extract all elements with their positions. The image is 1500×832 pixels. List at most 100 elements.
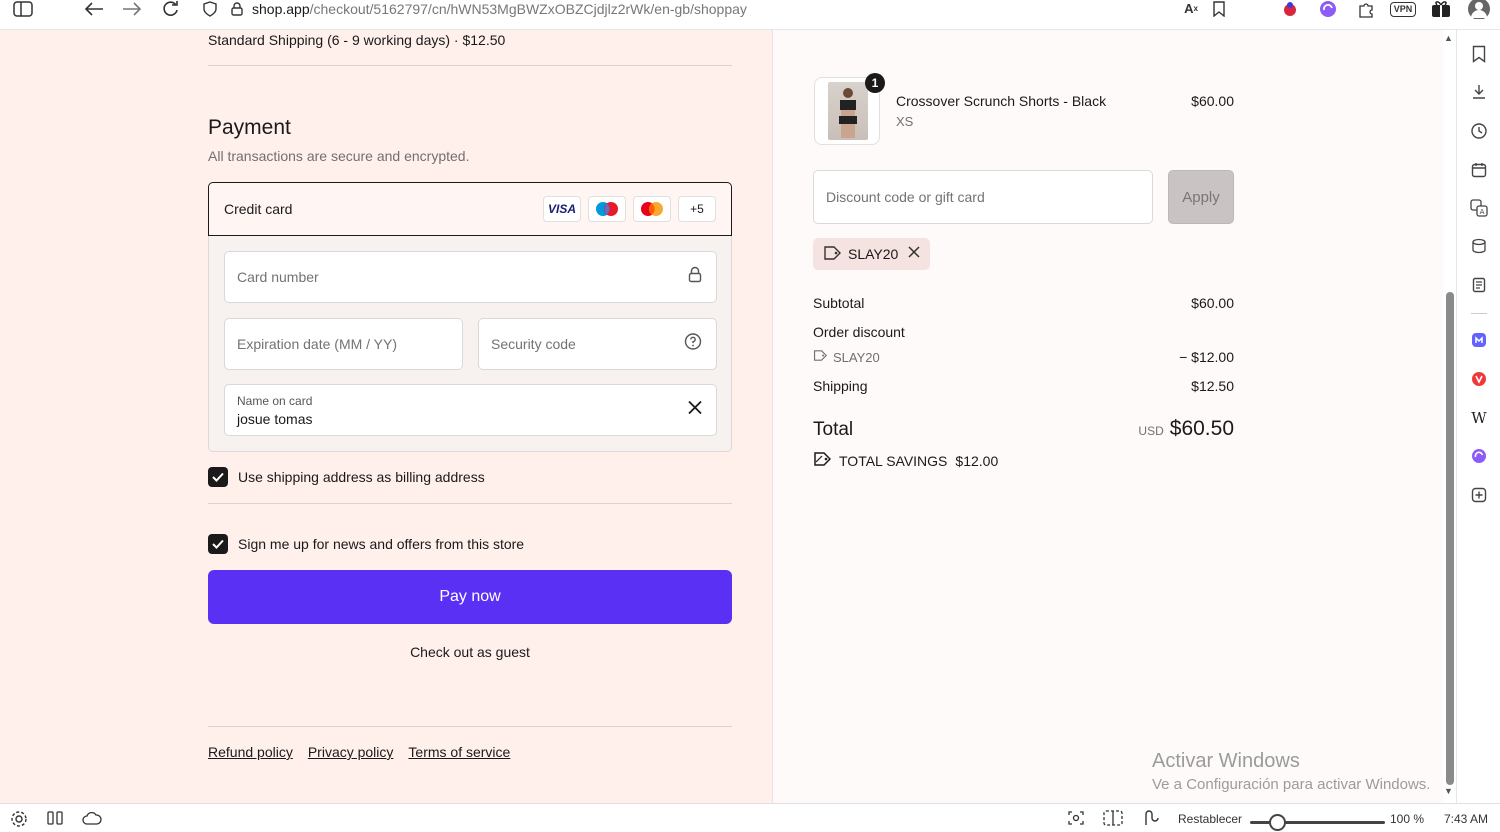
order-discount-label: Order discount — [813, 324, 905, 340]
apply-discount-button[interactable]: Apply — [1168, 170, 1234, 224]
gift-icon[interactable] — [1430, 0, 1452, 18]
visa-icon: VISA — [543, 196, 581, 222]
page-actions-icon[interactable] — [1142, 809, 1160, 830]
shipping-value: $12.50 — [1191, 378, 1234, 394]
discount-code-input[interactable] — [826, 171, 1136, 223]
mastercard-icon — [633, 196, 671, 222]
discount-code-field[interactable] — [813, 170, 1153, 224]
savings-tag-icon — [813, 451, 832, 470]
extension-purple-icon[interactable] — [1317, 0, 1339, 18]
quantity-badge: 1 — [865, 73, 885, 93]
privacy-policy-link[interactable]: Privacy policy — [308, 744, 394, 760]
mastodon-icon[interactable] — [1469, 330, 1489, 350]
sidebar-separator — [1471, 313, 1487, 314]
extension-ladybug-icon[interactable] — [1279, 0, 1301, 18]
discount-value: − $12.00 — [1179, 349, 1234, 365]
subtotal-label: Subtotal — [813, 295, 865, 311]
translate-panel-icon[interactable]: A — [1469, 198, 1489, 218]
vpn-icon[interactable]: VPN — [1387, 0, 1419, 18]
more-brands-label: +5 — [690, 202, 704, 216]
zoom-reset-button[interactable]: Restablecer — [1178, 812, 1242, 826]
terms-of-service-link[interactable]: Terms of service — [408, 744, 510, 760]
newsletter-checkbox-row[interactable]: Sign me up for news and offers from this… — [208, 534, 524, 554]
shipping-row: Shipping $12.50 — [813, 378, 1234, 394]
savings-label: TOTAL SAVINGS — [839, 452, 948, 469]
cloud-sync-icon[interactable] — [82, 811, 102, 828]
newsletter-checkbox-label: Sign me up for news and offers from this… — [238, 536, 525, 552]
sidebar-toggle-icon[interactable] — [12, 0, 34, 18]
product-name: Crossover Scrunch Shorts - Black — [896, 93, 1107, 109]
browser-status-bar: Restablecer 100 % 7:43 AM — [0, 803, 1500, 832]
calendar-icon[interactable] — [1469, 160, 1489, 180]
settings-gear-icon[interactable] — [10, 810, 28, 831]
history-icon[interactable] — [1469, 121, 1489, 141]
tab-stack-icon[interactable] — [1469, 236, 1489, 256]
zoom-slider-handle[interactable] — [1269, 814, 1286, 831]
total-savings: TOTAL SAVINGS $12.00 — [813, 451, 998, 470]
refund-policy-link[interactable]: Refund policy — [208, 744, 293, 760]
name-on-card-field[interactable]: Name on card josue tomas — [224, 384, 717, 436]
scrollbar-thumb[interactable] — [1446, 292, 1454, 785]
checkout-as-guest-link[interactable]: Check out as guest — [208, 644, 732, 660]
url-host: shop.app — [252, 1, 310, 17]
translate-icon[interactable]: Ax — [1180, 0, 1202, 18]
expiration-date-input[interactable] — [237, 319, 457, 369]
name-on-card-value[interactable]: josue tomas — [237, 411, 312, 427]
vivaldi-icon[interactable] — [1469, 369, 1489, 389]
shield-icon[interactable] — [199, 0, 221, 18]
credit-card-label: Credit card — [224, 201, 293, 217]
total-label: Total — [813, 419, 854, 440]
pay-now-button[interactable]: Pay now — [208, 570, 732, 624]
wikipedia-icon[interactable]: W — [1469, 408, 1489, 428]
security-code-input[interactable] — [491, 319, 671, 369]
lock-icon[interactable] — [226, 0, 248, 18]
total-row: Total USD $60.50 — [813, 417, 1234, 441]
savings-value: $12.00 — [955, 452, 999, 469]
card-number-input[interactable] — [237, 252, 678, 302]
notes-icon[interactable] — [1469, 275, 1489, 295]
reload-icon[interactable] — [160, 0, 182, 18]
add-panel-icon[interactable] — [1469, 485, 1489, 505]
vpn-label: VPN — [1389, 1, 1417, 17]
panel-toggle-icon[interactable] — [47, 811, 63, 828]
policy-links: Refund policy Privacy policy Terms of se… — [208, 744, 510, 760]
tiling-icon[interactable] — [1103, 810, 1123, 829]
bookmark-icon[interactable] — [1208, 0, 1230, 18]
browser-toolbar: shop.app/checkout/5162797/cn/hWN53MgBWZx… — [0, 0, 1500, 30]
profile-icon[interactable] — [1466, 0, 1492, 19]
visa-logo-text: VISA — [547, 202, 576, 216]
purple-extension-icon[interactable] — [1469, 446, 1489, 466]
browser-sidebar: A W — [1456, 30, 1500, 803]
help-icon[interactable] — [684, 333, 702, 356]
scroll-up-arrow-icon[interactable]: ▲ — [1444, 33, 1453, 43]
discount-code-row: SLAY20 − $12.00 — [813, 349, 1234, 365]
windows-activation-watermark: Activar Windows Ve a Configuración para … — [1152, 750, 1430, 793]
clear-icon[interactable] — [688, 400, 702, 420]
back-icon[interactable] — [83, 0, 105, 18]
name-on-card-label: Name on card — [237, 394, 313, 408]
extensions-puzzle-icon[interactable] — [1355, 0, 1377, 18]
currency-code: USD — [1138, 424, 1164, 438]
watermark-subtitle: Ve a Configuración para activar Windows. — [1152, 776, 1431, 793]
newsletter-checkbox[interactable] — [208, 534, 228, 554]
bookmarks-icon[interactable] — [1469, 44, 1489, 64]
scroll-down-arrow-icon[interactable]: ▼ — [1444, 786, 1453, 796]
total-amount: $60.50 — [1169, 417, 1234, 440]
credit-card-option[interactable]: Credit card VISA +5 — [208, 182, 732, 236]
expiration-date-field[interactable] — [224, 318, 463, 370]
watermark-title: Activar Windows — [1152, 750, 1300, 772]
security-code-field[interactable] — [478, 318, 717, 370]
forward-icon[interactable] — [121, 0, 143, 18]
url-text[interactable]: shop.app/checkout/5162797/cn/hWN53MgBWZx… — [252, 0, 747, 18]
billing-checkbox[interactable] — [208, 467, 228, 487]
billing-checkbox-row[interactable]: Use shipping address as billing address — [208, 467, 485, 487]
clock: 7:43 AM — [1444, 812, 1489, 826]
tag-icon — [823, 245, 841, 264]
downloads-icon[interactable] — [1469, 82, 1489, 102]
order-discount-row: Order discount — [813, 324, 1234, 340]
remove-discount-icon[interactable] — [908, 245, 920, 263]
tag-icon — [813, 349, 828, 365]
card-number-field[interactable] — [224, 251, 717, 303]
shipping-label: Shipping — [813, 378, 868, 394]
screenshot-icon[interactable] — [1068, 810, 1084, 829]
